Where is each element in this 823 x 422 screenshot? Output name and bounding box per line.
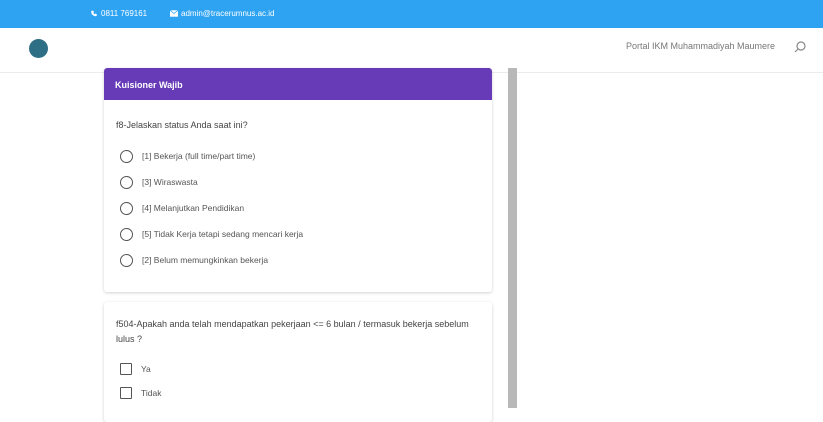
radio-option[interactable]: [1] Bekerja (full time/part time) [104, 143, 492, 169]
option-label: [3] Wiraswasta [142, 177, 198, 187]
checkbox[interactable] [120, 387, 132, 399]
top-contact-bar: 0811 769161 admin@tracerumnus.ac.id [0, 0, 823, 28]
search-icon[interactable] [793, 40, 807, 54]
radio-option[interactable]: [4] Melanjutkan Pendidikan [104, 195, 492, 221]
option-label: [5] Tidak Kerja tetapi sedang mencari ke… [142, 229, 304, 239]
section-header: Kuisioner Wajib [104, 68, 492, 100]
radio-option[interactable]: [5] Tidak Kerja tetapi sedang mencari ke… [104, 221, 492, 247]
question-card: Kuisioner Wajib f8-Jelaskan status Anda … [104, 68, 492, 292]
option-label: Tidak [141, 388, 162, 398]
checkbox-option[interactable]: Tidak [104, 381, 492, 405]
checkbox-option[interactable]: Ya [104, 357, 492, 381]
site-header: Portal IKM Muhammadiyah Maumere [0, 28, 823, 73]
contact-phone[interactable]: 0811 769161 [90, 9, 147, 18]
radio-button[interactable] [120, 253, 133, 267]
radio-button[interactable] [120, 201, 133, 215]
checkbox[interactable] [120, 363, 132, 375]
radio-button[interactable] [120, 149, 133, 163]
envelope-icon [170, 10, 178, 17]
email-text: admin@tracerumnus.ac.id [181, 9, 275, 18]
question-card: f504-Apakah anda telah mendapatkan peker… [104, 302, 492, 422]
section-title: Kuisioner Wajib [115, 80, 183, 90]
question-text: f8-Jelaskan status Anda saat ini? [116, 120, 248, 130]
site-title-link[interactable]: Portal IKM Muhammadiyah Maumere [626, 41, 775, 51]
form-column: Kuisioner Wajib f8-Jelaskan status Anda … [104, 68, 492, 422]
vertical-scrollbar[interactable] [508, 68, 517, 408]
option-label: [4] Melanjutkan Pendidikan [142, 203, 245, 213]
phone-icon [91, 10, 97, 17]
question-text: f504-Apakah anda telah mendapatkan peker… [116, 319, 469, 344]
radio-option[interactable]: [3] Wiraswasta [104, 169, 492, 195]
option-label: [1] Bekerja (full time/part time) [142, 151, 256, 161]
radio-option[interactable]: [2] Belum memungkinkan bekerja [104, 247, 492, 273]
phone-text: 0811 769161 [101, 9, 148, 18]
site-logo[interactable] [29, 39, 48, 58]
contact-email[interactable]: admin@tracerumnus.ac.id [170, 9, 275, 18]
option-label: Ya [141, 364, 151, 374]
radio-button[interactable] [120, 227, 133, 241]
option-label: [2] Belum memungkinkan bekerja [142, 255, 269, 265]
radio-button[interactable] [120, 175, 133, 189]
